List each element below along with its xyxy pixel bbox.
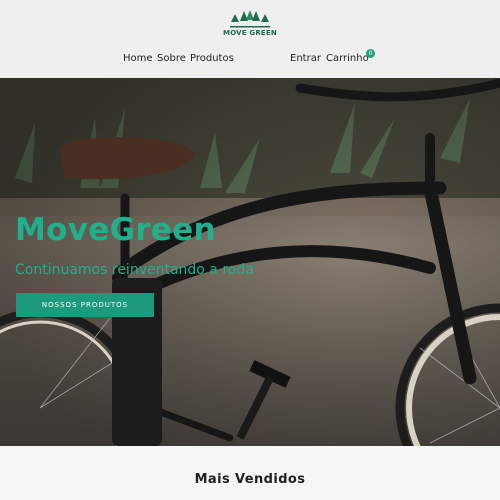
login-link[interactable]: Entrar [290,53,321,64]
hero-banner: MoveGreen Continuamos reinventando a rod… [0,78,500,446]
brand-logo[interactable]: MOVE GREEN [218,10,282,44]
best-sellers-section: Mais Vendidos [0,446,500,500]
hero-subtitle: Continuamos reinventando a roda [15,262,254,278]
nav-link-sobre[interactable]: Sobre [157,53,186,64]
products-cta-button[interactable]: NOSSOS PRODUTOS [16,293,154,317]
brand-name: MOVE GREEN [223,29,277,37]
hero-title: MoveGreen [15,212,216,248]
cart-link[interactable]: Carrinho [326,53,369,64]
site-header: MOVE GREEN Home Sobre Produtos Entrar Ca… [0,0,500,78]
section-title: Mais Vendidos [194,472,306,487]
nav-link-produtos[interactable]: Produtos [190,53,234,64]
trees-logo-icon [230,10,270,28]
nav-link-home[interactable]: Home [123,53,153,64]
main-nav: Home Sobre Produtos Entrar Carrinho [0,53,500,67]
cart-count-badge: 0 [366,49,375,58]
